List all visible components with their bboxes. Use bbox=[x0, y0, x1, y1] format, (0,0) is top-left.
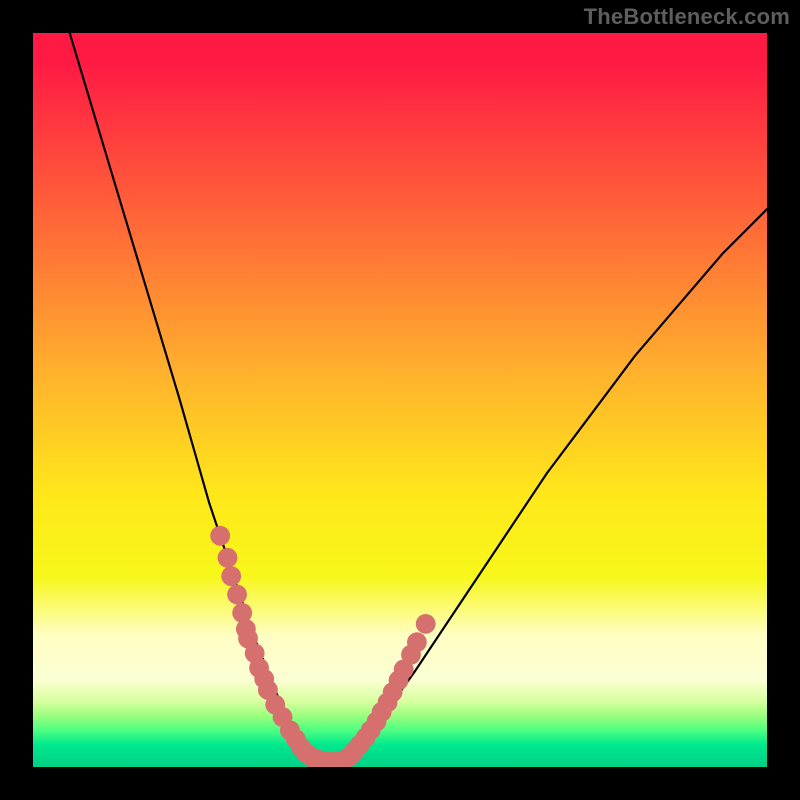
data-point bbox=[407, 632, 427, 652]
scatter-dots bbox=[210, 526, 435, 767]
data-point bbox=[227, 585, 247, 605]
data-point bbox=[221, 566, 241, 586]
data-point bbox=[210, 526, 230, 546]
chart-frame: TheBottleneck.com bbox=[0, 0, 800, 800]
data-point bbox=[218, 548, 238, 568]
curve-layer bbox=[33, 33, 767, 767]
plot-area bbox=[33, 33, 767, 767]
data-point bbox=[416, 614, 436, 634]
watermark-text: TheBottleneck.com bbox=[584, 4, 790, 30]
